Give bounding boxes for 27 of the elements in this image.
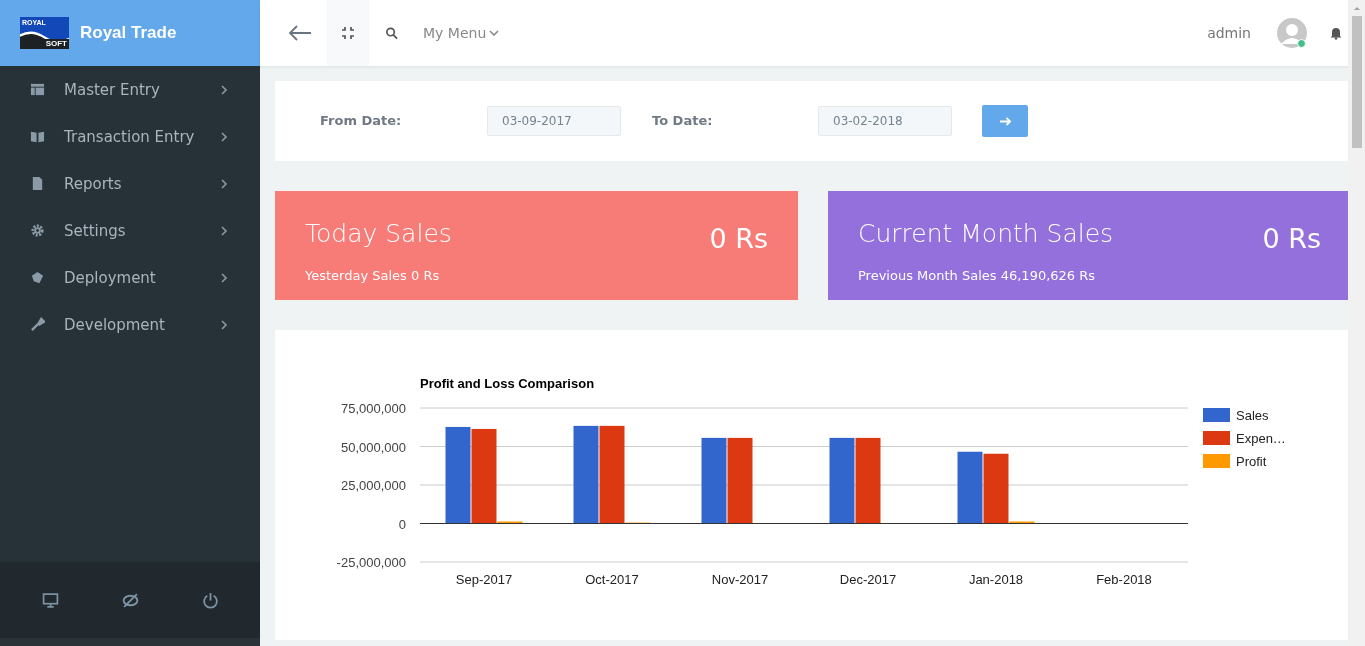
card-title: Current Month Sales [858, 219, 1114, 248]
legend-item: Expen… [1203, 431, 1286, 446]
x-axis-label: Jan-2018 [968, 572, 1024, 587]
legend-item: Profit [1203, 454, 1267, 469]
y-axis-label: 25,000,000 [340, 478, 406, 493]
app-title: Royal Trade [80, 23, 177, 43]
x-axis-label: Dec-2017 [839, 572, 897, 587]
x-axis-label: Sep-2017 [455, 572, 513, 587]
from-date-label: From Date: [320, 113, 403, 128]
card-title: Today Sales [305, 219, 452, 248]
x-axis-label: Nov-2017 [711, 572, 769, 587]
x-axis-label: Feb-2018 [1096, 572, 1152, 587]
card-subtitle: Previous Month Sales 46,190,626 Rs [858, 268, 1097, 283]
to-date-label: To Date: [652, 113, 714, 128]
x-axis-label: Oct-2017 [585, 572, 639, 587]
card-subtitle: Yesterday Sales 0 Rs [305, 268, 441, 283]
legend-label: Profit [1236, 454, 1267, 469]
y-axis-label: 50,000,000 [340, 439, 406, 455]
chart-title: Profit and Loss Comparison [420, 376, 595, 391]
y-axis-label: 75,000,000 [340, 401, 406, 416]
y-axis-label: -25,000,000 [336, 555, 406, 570]
legend-item: Sales [1203, 408, 1269, 423]
y-axis-label: 0 [398, 516, 406, 532]
legend-label: Expen… [1236, 431, 1286, 446]
card-value: 0 Rs [1262, 223, 1321, 254]
legend-label: Sales [1236, 408, 1270, 423]
card-value: 0 Rs [709, 223, 768, 254]
